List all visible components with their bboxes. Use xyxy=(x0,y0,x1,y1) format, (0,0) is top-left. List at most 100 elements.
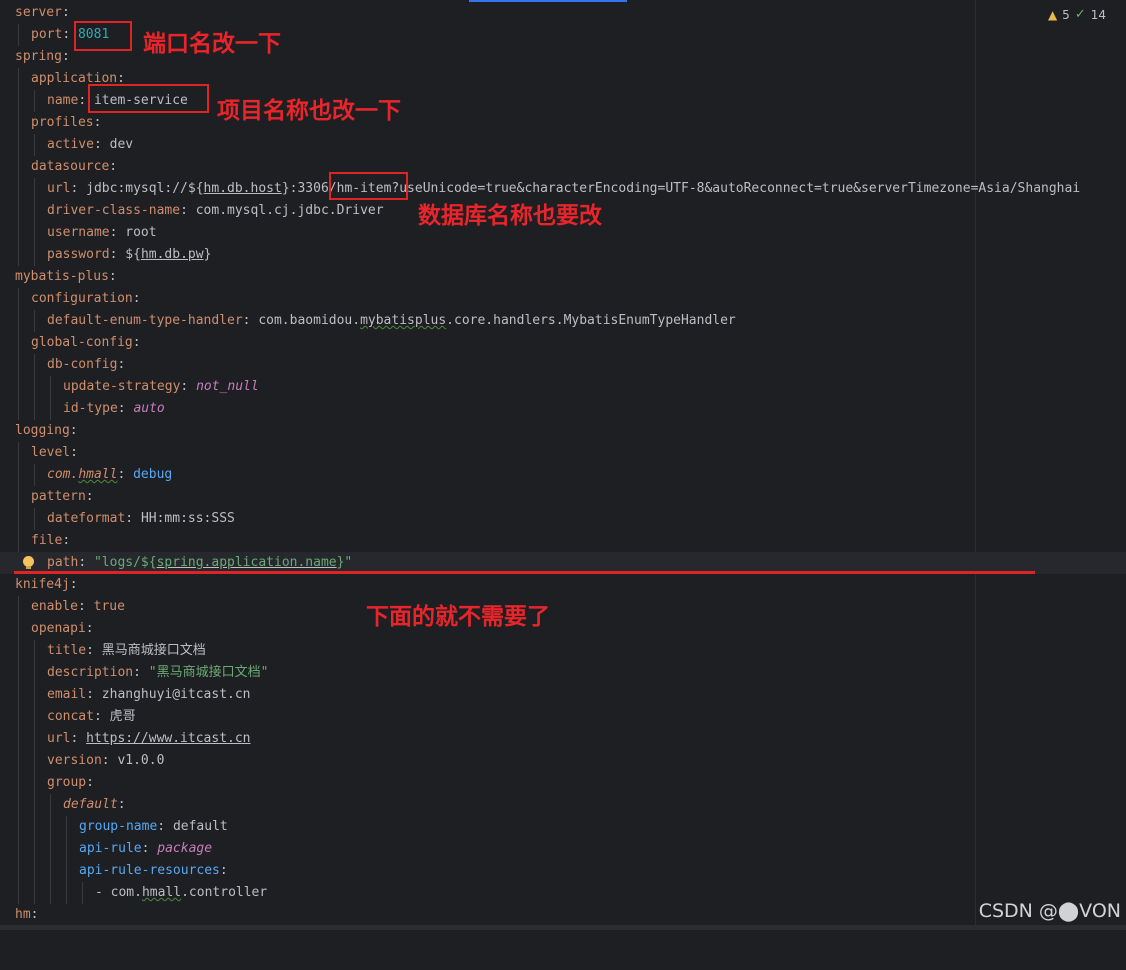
code-line: global-config: xyxy=(0,332,1126,354)
code-line: enable: true xyxy=(0,596,1126,618)
cutoff-line xyxy=(14,571,1035,574)
yaml-key: email xyxy=(47,687,87,702)
code-line: - com.hmall.controller xyxy=(0,882,1126,904)
yaml-key: default xyxy=(63,797,118,812)
code-line: default: xyxy=(0,794,1126,816)
code-line: knife4j: xyxy=(15,577,78,592)
code-line: group-name: default xyxy=(0,816,1126,838)
yaml-key: api-rule-resources xyxy=(79,863,220,878)
yaml-key: group xyxy=(47,775,87,790)
yaml-key: spring xyxy=(15,49,62,64)
code-line: email: zhanghuyi@itcast.cn xyxy=(0,684,1126,706)
yaml-key: file xyxy=(31,533,63,548)
yaml-key: datasource xyxy=(31,159,110,174)
yaml-key: logging xyxy=(15,423,70,438)
yaml-key: db-config xyxy=(47,357,118,372)
code-line: active: dev xyxy=(0,134,1126,156)
code-line: url: https://www.itcast.cn xyxy=(0,728,1126,750)
code-line: dateformat: HH:mm:ss:SSS xyxy=(0,508,1126,530)
code-line: default-enum-type-handler: com.baomidou.… xyxy=(0,310,1126,332)
yaml-value: v1.0.0 xyxy=(117,753,165,768)
yaml-key: default-enum-type-handler xyxy=(47,313,243,328)
yaml-value: HH:mm:ss:SSS xyxy=(140,511,235,526)
yaml-key: update-strategy xyxy=(63,379,181,394)
yaml-key: group-name xyxy=(79,819,158,834)
yaml-key: hm xyxy=(15,907,31,922)
db-annotation: 数据库名称也要改 xyxy=(418,203,602,229)
yaml-key: mybatis-plus xyxy=(15,269,109,284)
yaml-key: api-rule xyxy=(79,841,142,856)
code-line: concat: 虎哥 xyxy=(0,706,1126,728)
code-line: db-config: xyxy=(0,354,1126,376)
yaml-key: title xyxy=(47,643,87,658)
yaml-value: "黑马商城接口文档" xyxy=(148,665,269,680)
yaml-key: knife4j xyxy=(15,577,70,592)
code-line: password: ${hm.db.pw} xyxy=(0,244,1126,266)
yaml-key: concat xyxy=(47,709,94,724)
code-line: profiles: xyxy=(0,112,1126,134)
yaml-key: driver-class-name xyxy=(47,203,181,218)
port-annotation: 端口名改一下 xyxy=(143,31,281,57)
property-reference: spring.application.name xyxy=(156,555,337,570)
yaml-key: name xyxy=(47,93,79,108)
yaml-value: 黑马商城接口文档 xyxy=(101,643,206,658)
code-line: api-rule-resources: xyxy=(0,860,1126,882)
yaml-key: global-config xyxy=(31,335,133,350)
name-highlight-box xyxy=(88,84,209,113)
yaml-key: profiles xyxy=(31,115,94,130)
code-line: title: 黑马商城接口文档 xyxy=(0,640,1126,662)
property-reference: hm.db.host xyxy=(203,181,282,196)
yaml-key: pattern xyxy=(31,489,86,504)
code-line: description: "黑马商城接口文档" xyxy=(0,662,1126,684)
yaml-key: path xyxy=(47,555,79,570)
code-line: logging: xyxy=(15,423,78,438)
yaml-key: id-type xyxy=(63,401,118,416)
yaml-key: enable xyxy=(31,599,78,614)
code-line: hm: xyxy=(15,907,39,922)
below-annotation: 下面的就不需要了 xyxy=(366,604,550,630)
code-line: id-type: auto xyxy=(0,398,1126,420)
yaml-value: com.mysql.cj.jdbc.Driver xyxy=(195,203,384,218)
code-line: datasource: xyxy=(0,156,1126,178)
code-line: com.hmall: debug xyxy=(0,464,1126,486)
yaml-value: 虎哥 xyxy=(109,709,136,724)
code-line: mybatis-plus: xyxy=(15,269,117,284)
yaml-value: debug xyxy=(133,467,173,482)
lightbulb-icon[interactable] xyxy=(23,556,34,569)
yaml-key: configuration xyxy=(31,291,133,306)
yaml-value: zhanghuyi@itcast.cn xyxy=(101,687,251,702)
yaml-value: package xyxy=(157,841,213,856)
yaml-value: dev xyxy=(109,137,134,152)
code-line: configuration: xyxy=(0,288,1126,310)
yaml-key: username xyxy=(47,225,110,240)
code-line: level: xyxy=(0,442,1126,464)
editor-code-area[interactable]: server: port: 8081 spring: application: … xyxy=(0,2,1126,926)
yaml-key: description xyxy=(47,665,134,680)
yaml-key: url xyxy=(47,181,71,196)
horizontal-scrollbar[interactable] xyxy=(0,925,1126,930)
url-link[interactable]: https://www.itcast.cn xyxy=(86,731,250,746)
code-line: file: xyxy=(0,530,1126,552)
yaml-value: auto xyxy=(133,401,165,416)
yaml-value: root xyxy=(125,225,157,240)
yaml-key: dateformat xyxy=(47,511,126,526)
yaml-key: server xyxy=(15,5,62,20)
code-line: openapi: xyxy=(0,618,1126,640)
yaml-key: openapi xyxy=(31,621,86,636)
csdn-watermark: CSDN @⬤VON xyxy=(978,900,1121,922)
yaml-key: port xyxy=(31,27,63,42)
code-line: server: xyxy=(15,5,70,20)
yaml-value: true xyxy=(93,599,125,614)
code-line: update-strategy: not_null xyxy=(0,376,1126,398)
name-annotation: 项目名称也改一下 xyxy=(217,98,401,124)
yaml-value: not_null xyxy=(196,379,259,394)
code-line: pattern: xyxy=(0,486,1126,508)
db-highlight-box xyxy=(329,172,408,200)
code-line: group: xyxy=(0,772,1126,794)
yaml-value: default xyxy=(172,819,228,834)
yaml-key: active xyxy=(47,137,94,152)
yaml-key: level xyxy=(31,445,71,460)
code-line: version: v1.0.0 xyxy=(0,750,1126,772)
yaml-key: com. xyxy=(47,467,79,482)
port-highlight-box xyxy=(74,21,132,51)
